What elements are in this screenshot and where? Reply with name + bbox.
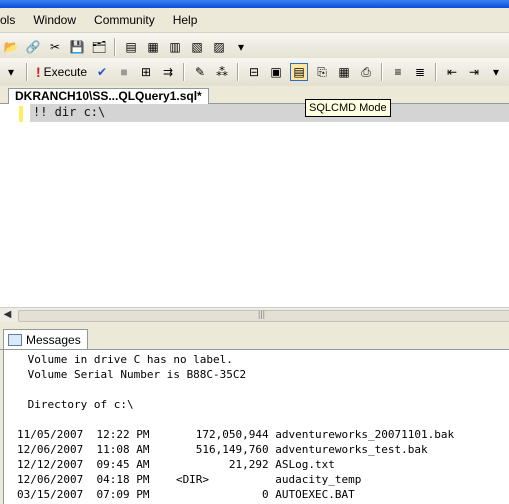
- message-line: Volume in drive C has no label.: [21, 353, 233, 366]
- parse-checkmark-icon[interactable]: ✔: [94, 64, 110, 80]
- menu-window[interactable]: Window: [24, 13, 85, 27]
- query-document-tab[interactable]: DKRANCH10\SS...QLQuery1.sql*: [8, 88, 209, 104]
- message-line: 03/15/2007 07:09 PM 0 AUTOEXEC.BAT: [17, 488, 355, 501]
- properties-icon[interactable]: ▨: [211, 39, 227, 55]
- database-dropdown-icon[interactable]: ▾: [3, 64, 19, 80]
- open-folder-icon[interactable]: 📂: [3, 39, 19, 55]
- execute-button[interactable]: ! Execute: [32, 64, 91, 80]
- message-line: 11/05/2007 12:22 PM 172,050,944 adventur…: [17, 428, 455, 441]
- solution-explorer-icon[interactable]: ▧: [189, 39, 205, 55]
- toolbar-separator: [435, 63, 438, 81]
- results-to-text-icon[interactable]: ⎘: [314, 64, 330, 80]
- cancel-query-icon[interactable]: ■: [116, 64, 132, 80]
- toolbar-separator: [26, 63, 28, 81]
- sqlcmd-mode-icon[interactable]: ▤: [290, 63, 309, 81]
- increase-indent-icon[interactable]: ⇥: [466, 64, 482, 80]
- message-line: 12/06/2007 04:18 PM <DIR> audacity_temp: [17, 473, 362, 486]
- client-statistics-icon[interactable]: ▣: [268, 64, 284, 80]
- message-line: Volume Serial Number is B88C-35C2: [21, 368, 247, 381]
- menu-help[interactable]: Help: [164, 13, 207, 27]
- menu-community[interactable]: Community: [85, 13, 164, 27]
- changed-line-marker: [19, 106, 23, 122]
- disconnect-icon[interactable]: ✂: [47, 39, 63, 55]
- design-query-icon[interactable]: ✎: [192, 64, 208, 80]
- scroll-grip-icon: |||: [258, 309, 266, 319]
- toolbar-separator: [381, 63, 384, 81]
- messages-pane[interactable]: Volume in drive C has no label. Volume S…: [3, 350, 509, 504]
- sql-editor-toolbar: ▾ ! Execute ✔ ■ ⊞ ⇉ ✎ ⁂ ⊟ ▣ ▤ ⎘ ▦ ⎙ ≡ ≣ …: [0, 58, 509, 87]
- messages-icon: [8, 333, 22, 346]
- message-line: 12/12/2007 09:45 AM 21,292 ASLog.txt: [17, 458, 335, 471]
- results-to-file-icon[interactable]: ⎙: [358, 64, 374, 80]
- comment-icon[interactable]: ≡: [390, 64, 406, 80]
- connect-icon[interactable]: 🔗: [25, 39, 41, 55]
- toolbar-separator: [183, 63, 186, 81]
- toolbar-options-icon[interactable]: ▾: [488, 64, 504, 80]
- object-explorer-icon[interactable]: ▦: [145, 39, 161, 55]
- execute-label: Execute: [43, 65, 88, 79]
- template-explorer-icon[interactable]: ▥: [167, 39, 183, 55]
- intellisense-icon[interactable]: ⁂: [214, 64, 230, 80]
- query-editor[interactable]: !! dir c:\: [0, 104, 509, 307]
- toolbar-separator: [114, 38, 116, 56]
- display-plan-icon[interactable]: ⊞: [138, 64, 154, 80]
- results-to-grid-icon[interactable]: ▦: [336, 64, 352, 80]
- decrease-indent-icon[interactable]: ⇤: [444, 64, 460, 80]
- toolbar-options-icon[interactable]: ▾: [233, 39, 249, 55]
- execute-icon: !: [36, 64, 41, 80]
- registered-servers-icon[interactable]: ▤: [123, 39, 139, 55]
- tooltip: SQLCMD Mode: [305, 99, 391, 117]
- save-all-icon[interactable]: 🗂: [91, 39, 107, 55]
- message-line: 12/06/2007 11:08 AM 516,149,760 adventur…: [17, 443, 428, 456]
- results-tab-strip: Messages: [0, 325, 509, 350]
- uncomment-icon[interactable]: ≣: [412, 64, 428, 80]
- code-line-1: !! dir c:\: [33, 105, 106, 119]
- horizontal-scrollbar[interactable]: ◀ |||: [0, 307, 509, 322]
- message-line: Directory of c:\: [21, 398, 134, 411]
- messages-tab-label: Messages: [26, 332, 81, 347]
- query-options-icon[interactable]: ⇉: [160, 64, 176, 80]
- menu-bar: ols Window Community Help: [0, 8, 509, 33]
- toolbar-separator: [237, 63, 240, 81]
- document-tab-strip: DKRANCH10\SS...QLQuery1.sql*: [0, 86, 509, 104]
- save-icon[interactable]: 💾: [69, 39, 85, 55]
- window-title-bar: [0, 0, 509, 8]
- scroll-left-icon[interactable]: ◀: [1, 309, 14, 321]
- include-plan-icon[interactable]: ⊟: [246, 64, 262, 80]
- menu-tools[interactable]: ols: [0, 13, 24, 27]
- messages-tab[interactable]: Messages: [3, 329, 88, 349]
